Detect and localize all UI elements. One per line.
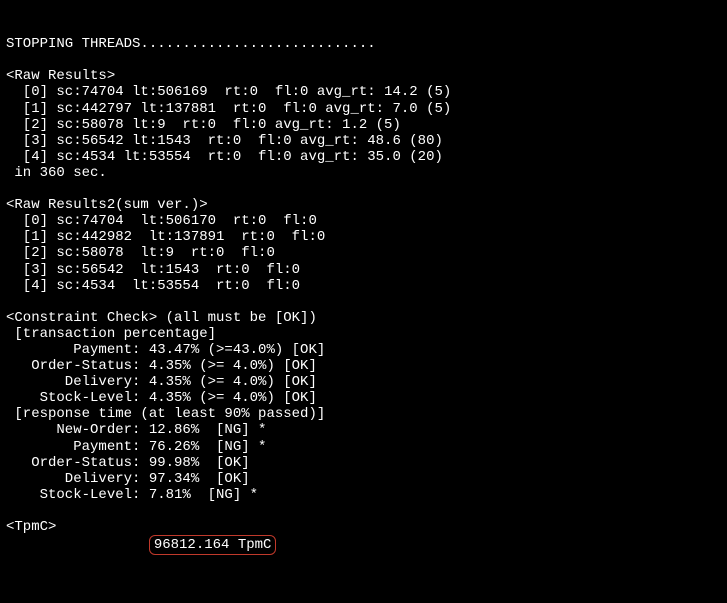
raw-results-row: [1] sc:442797 lt:137881 rt:0 fl:0 avg_rt… <box>6 101 451 117</box>
raw-results-row: [0] sc:74704 lt:506169 rt:0 fl:0 avg_rt:… <box>6 84 451 100</box>
constraint-title: <Constraint Check> (all must be [OK]) <box>6 310 317 326</box>
constraint-row: Order-Status: 4.35% (>= 4.0%) [OK] <box>6 358 317 374</box>
constraint-row: Stock-Level: 4.35% (>= 4.0%) [OK] <box>6 390 317 406</box>
constraint-section-title: [response time (at least 90% passed)] <box>6 406 325 422</box>
raw-results-title: <Raw Results> <box>6 68 115 84</box>
tpmc-value: 96812.164 TpmC <box>149 535 277 555</box>
tpmc-prefix <box>6 537 149 553</box>
raw-results-row: [3] sc:56542 lt:1543 rt:0 fl:0 avg_rt: 4… <box>6 133 443 149</box>
constraint-row: Order-Status: 99.98% [OK] <box>6 455 250 471</box>
constraint-row: Delivery: 97.34% [OK] <box>6 471 250 487</box>
raw-results2-title: <Raw Results2(sum ver.)> <box>6 197 208 213</box>
terminal-output: STOPPING THREADS........................… <box>6 36 721 555</box>
constraint-row: New-Order: 12.86% [NG] * <box>6 422 266 438</box>
raw-results2-row: [4] sc:4534 lt:53554 rt:0 fl:0 <box>6 278 300 294</box>
tpmc-title: <TpmC> <box>6 519 56 535</box>
raw-results2-row: [0] sc:74704 lt:506170 rt:0 fl:0 <box>6 213 317 229</box>
raw-results2-row: [3] sc:56542 lt:1543 rt:0 fl:0 <box>6 262 300 278</box>
raw-results-row: [2] sc:58078 lt:9 rt:0 fl:0 avg_rt: 1.2 … <box>6 117 401 133</box>
constraint-row: Stock-Level: 7.81% [NG] * <box>6 487 258 503</box>
constraint-row: Delivery: 4.35% (>= 4.0%) [OK] <box>6 374 317 390</box>
constraint-row: Payment: 43.47% (>=43.0%) [OK] <box>6 342 325 358</box>
raw-results-row: [4] sc:4534 lt:53554 rt:0 fl:0 avg_rt: 3… <box>6 149 443 165</box>
constraint-row: Payment: 76.26% [NG] * <box>6 439 266 455</box>
raw-results2-row: [2] sc:58078 lt:9 rt:0 fl:0 <box>6 245 275 261</box>
stopping-line: STOPPING THREADS........................… <box>6 36 376 52</box>
raw-results2-row: [1] sc:442982 lt:137891 rt:0 fl:0 <box>6 229 325 245</box>
constraint-section-title: [transaction percentage] <box>6 326 216 342</box>
raw-results-footer: in 360 sec. <box>6 165 107 181</box>
